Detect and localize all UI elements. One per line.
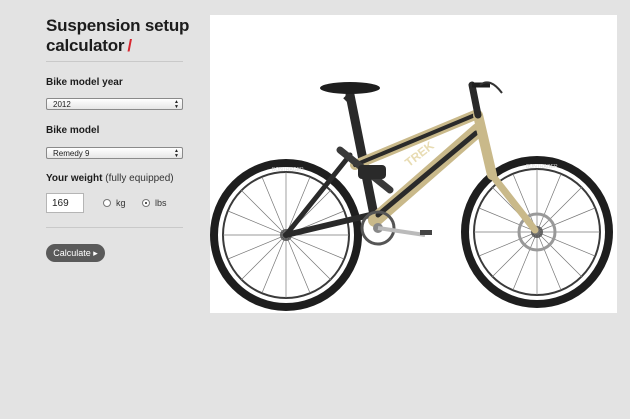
page-title: Suspension setup calculator / bbox=[46, 16, 206, 56]
unit-kg-label: kg bbox=[116, 198, 126, 208]
unit-kg-option[interactable]: kg bbox=[103, 198, 126, 208]
title-line-2: calculator bbox=[46, 36, 125, 55]
bike-illustration: BONTRAGER BONTRAGER TREK bbox=[210, 81, 613, 311]
radio-lbs[interactable] bbox=[142, 199, 150, 207]
calculate-button[interactable]: Calculate ▸ bbox=[46, 244, 105, 262]
form-divider bbox=[46, 227, 183, 228]
unit-lbs-label: lbs bbox=[155, 198, 167, 208]
model-value: Remedy 9 bbox=[53, 149, 90, 158]
rear-tire-brand: BONTRAGER bbox=[272, 167, 304, 173]
weight-sublabel: (fully equipped) bbox=[105, 173, 174, 184]
saddle bbox=[320, 82, 380, 102]
weight-label-text: Your weight bbox=[46, 173, 103, 184]
model-year-label: Bike model year bbox=[46, 77, 123, 88]
weight-label: Your weight (fully equipped) bbox=[46, 173, 174, 184]
bike-photo: BONTRAGER BONTRAGER TREK bbox=[210, 15, 617, 313]
weight-input[interactable] bbox=[46, 193, 84, 213]
title-divider bbox=[46, 61, 183, 62]
model-year-value: 2012 bbox=[53, 100, 71, 109]
title-line-1: Suspension setup bbox=[46, 16, 190, 35]
model-year-select[interactable]: 2012 ▲ ▼ bbox=[46, 98, 183, 110]
select-arrows-icon: ▲ ▼ bbox=[174, 99, 179, 110]
unit-lbs-option[interactable]: lbs bbox=[142, 198, 167, 208]
select-arrows-icon: ▲ ▼ bbox=[174, 148, 179, 159]
front-tire-brand: BONTRAGER bbox=[526, 164, 558, 170]
model-select[interactable]: Remedy 9 ▲ ▼ bbox=[46, 147, 183, 159]
title-accent-slash: / bbox=[127, 36, 132, 55]
model-label: Bike model bbox=[46, 125, 100, 136]
radio-kg[interactable] bbox=[103, 199, 111, 207]
